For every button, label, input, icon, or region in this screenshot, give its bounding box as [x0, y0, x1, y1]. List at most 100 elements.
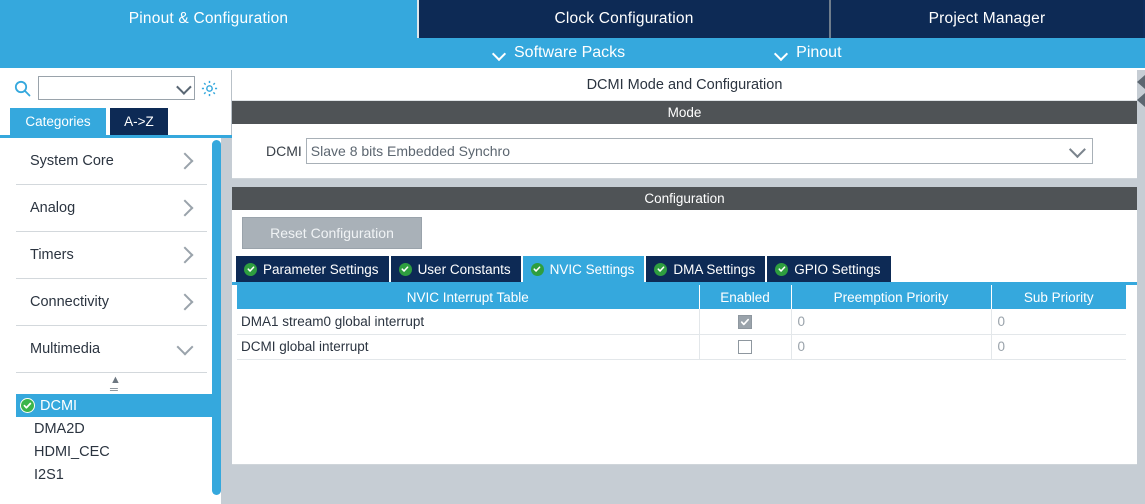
- tab-clock-configuration-label: Clock Configuration: [554, 10, 694, 27]
- mode-field-label: DCMI: [266, 143, 302, 159]
- tab-parameter-settings[interactable]: Parameter Settings: [236, 256, 389, 282]
- tab-nvic-settings[interactable]: NVIC Settings: [522, 256, 645, 282]
- menu-software-packs-label: Software Packs: [514, 44, 626, 61]
- sidebar-item-timers-label: Timers: [30, 247, 74, 263]
- tab-user-constants[interactable]: User Constants: [390, 256, 521, 282]
- reset-configuration-button[interactable]: Reset Configuration: [242, 217, 422, 249]
- chevron-right-icon: [176, 246, 194, 264]
- list-item-i2s1[interactable]: I2S1: [16, 463, 217, 486]
- check-circle-icon: [654, 262, 668, 276]
- tab-project-manager[interactable]: Project Manager: [831, 0, 1143, 38]
- checkbox-enabled-checked[interactable]: [738, 314, 752, 329]
- list-item-dcmi[interactable]: DCMI: [16, 394, 217, 417]
- tab-categories[interactable]: Categories: [10, 108, 106, 135]
- panel-collapse-arrow-icon[interactable]: [1136, 73, 1145, 115]
- table-row[interactable]: DMA1 stream0 global interrupt 0 0: [237, 309, 1126, 335]
- tab-dma-settings[interactable]: DMA Settings: [646, 256, 766, 282]
- mode-section-header: Mode: [232, 101, 1137, 124]
- tab-gpio-settings[interactable]: GPIO Settings: [767, 256, 891, 282]
- table-row[interactable]: DCMI global interrupt 0 0: [237, 334, 1126, 360]
- table-empty-space: [232, 359, 1137, 464]
- category-list: System Core Analog Timers Connectivity M…: [0, 138, 231, 376]
- chevron-down-icon: [176, 338, 194, 356]
- cell-interrupt-name: DMA1 stream0 global interrupt: [237, 309, 700, 335]
- cell-preemption-priority[interactable]: 0: [791, 309, 992, 335]
- cell-enabled[interactable]: [699, 334, 792, 360]
- search-input[interactable]: [39, 77, 194, 99]
- check-circle-icon: [398, 262, 412, 276]
- mode-section: DCMI Slave 8 bits Embedded Synchro: [232, 124, 1137, 179]
- mode-section-header-label: Mode: [667, 105, 702, 120]
- nvic-interrupt-table: NVIC Interrupt Table Enabled Preemption …: [237, 285, 1126, 360]
- sidebar-splitter-handle[interactable]: ▲ ═: [0, 374, 231, 396]
- gear-icon[interactable]: [195, 79, 223, 98]
- sidebar-item-timers[interactable]: Timers: [16, 232, 207, 279]
- table-header-row: NVIC Interrupt Table Enabled Preemption …: [237, 285, 1126, 309]
- sidebar-item-multimedia[interactable]: Multimedia: [16, 326, 207, 373]
- section-gap: [232, 179, 1145, 187]
- page-title: DCMI Mode and Configuration: [232, 70, 1137, 101]
- multimedia-peripheral-list: DCMI DMA2D HDMI_CEC I2S1: [0, 394, 231, 486]
- menu-pinout[interactable]: Pinout: [775, 44, 841, 62]
- cell-enabled[interactable]: [699, 309, 792, 335]
- sidebar-item-multimedia-label: Multimedia: [30, 341, 101, 357]
- list-item-i2s1-label: I2S1: [34, 466, 64, 483]
- list-item-dma2d-label: DMA2D: [34, 420, 85, 437]
- sidebar-item-analog-label: Analog: [30, 200, 76, 216]
- sidebar-search-row: [0, 70, 231, 106]
- sidebar-item-connectivity-label: Connectivity: [30, 294, 109, 310]
- cell-interrupt-name: DCMI global interrupt: [237, 334, 700, 360]
- reset-row: Reset Configuration: [232, 210, 1137, 256]
- list-item-dcmi-label: DCMI: [40, 397, 78, 414]
- search-combobox[interactable]: [38, 76, 195, 100]
- reset-configuration-button-label: Reset Configuration: [270, 225, 394, 241]
- chevron-down-icon: [1068, 141, 1086, 159]
- chevron-down-icon: [493, 47, 506, 60]
- list-item-hdmi-cec[interactable]: HDMI_CEC: [16, 440, 217, 463]
- cell-sub-priority[interactable]: 0: [991, 334, 1126, 360]
- nvic-settings-panel: NVIC Interrupt Table Enabled Preemption …: [232, 285, 1137, 464]
- configuration-section: Reset Configuration Parameter Settings U…: [232, 210, 1137, 465]
- tab-pinout-configuration[interactable]: Pinout & Configuration: [0, 0, 419, 38]
- tab-project-manager-label: Project Manager: [928, 10, 1046, 27]
- cell-sub-priority[interactable]: 0: [991, 309, 1126, 335]
- column-header-interrupt[interactable]: NVIC Interrupt Table: [237, 285, 700, 309]
- cell-preemption-priority[interactable]: 0: [791, 334, 992, 360]
- main-panel: DCMI Mode and Configuration Mode DCMI Sl…: [232, 70, 1145, 504]
- tab-user-constants-label: User Constants: [417, 261, 511, 277]
- menu-software-packs[interactable]: Software Packs: [493, 44, 625, 62]
- sidebar-item-system-core[interactable]: System Core: [16, 138, 207, 185]
- secondary-menu-bar: Software Packs Pinout: [0, 38, 1145, 70]
- tab-pinout-configuration-label: Pinout & Configuration: [128, 10, 289, 27]
- tab-a-to-z-label: A->Z: [124, 114, 154, 129]
- sidebar: Categories A->Z System Core Analog Timer…: [0, 70, 232, 504]
- sidebar-item-connectivity[interactable]: Connectivity: [16, 279, 207, 326]
- tab-nvic-settings-label: NVIC Settings: [549, 261, 635, 277]
- checkbox-enabled-unchecked[interactable]: [738, 340, 752, 355]
- dcmi-mode-select-value: Slave 8 bits Embedded Synchro: [310, 143, 511, 159]
- dcmi-mode-select[interactable]: Slave 8 bits Embedded Synchro: [305, 138, 1093, 164]
- tab-a-to-z[interactable]: A->Z: [110, 108, 168, 135]
- column-header-preemption-priority[interactable]: Preemption Priority: [791, 285, 992, 309]
- check-circle-icon: [244, 262, 257, 276]
- tab-clock-configuration[interactable]: Clock Configuration: [419, 0, 831, 38]
- configuration-section-header: Configuration: [232, 187, 1137, 210]
- search-icon: [10, 80, 34, 97]
- chevron-right-icon: [176, 152, 194, 170]
- list-item-hdmi-cec-label: HDMI_CEC: [34, 443, 110, 460]
- list-item-dma2d[interactable]: DMA2D: [16, 417, 217, 440]
- splitter-grip-icon: ▲ ═: [110, 374, 121, 396]
- main-tab-bar: Pinout & Configuration Clock Configurati…: [0, 0, 1145, 38]
- sidebar-item-analog[interactable]: Analog: [16, 185, 207, 232]
- chevron-right-icon: [176, 199, 194, 217]
- column-header-enabled[interactable]: Enabled: [699, 285, 792, 309]
- chevron-right-icon: [176, 293, 194, 311]
- menu-pinout-label: Pinout: [796, 44, 842, 61]
- sidebar-scrollbar[interactable]: [212, 140, 221, 500]
- sidebar-scrollbar-thumb[interactable]: [212, 140, 221, 495]
- column-header-sub-priority[interactable]: Sub Priority: [991, 285, 1126, 309]
- content-area: Categories A->Z System Core Analog Timer…: [0, 70, 1145, 504]
- chevron-down-icon: [775, 47, 788, 60]
- tab-gpio-settings-label: GPIO Settings: [794, 261, 881, 277]
- sidebar-view-tabs: Categories A->Z: [0, 108, 231, 135]
